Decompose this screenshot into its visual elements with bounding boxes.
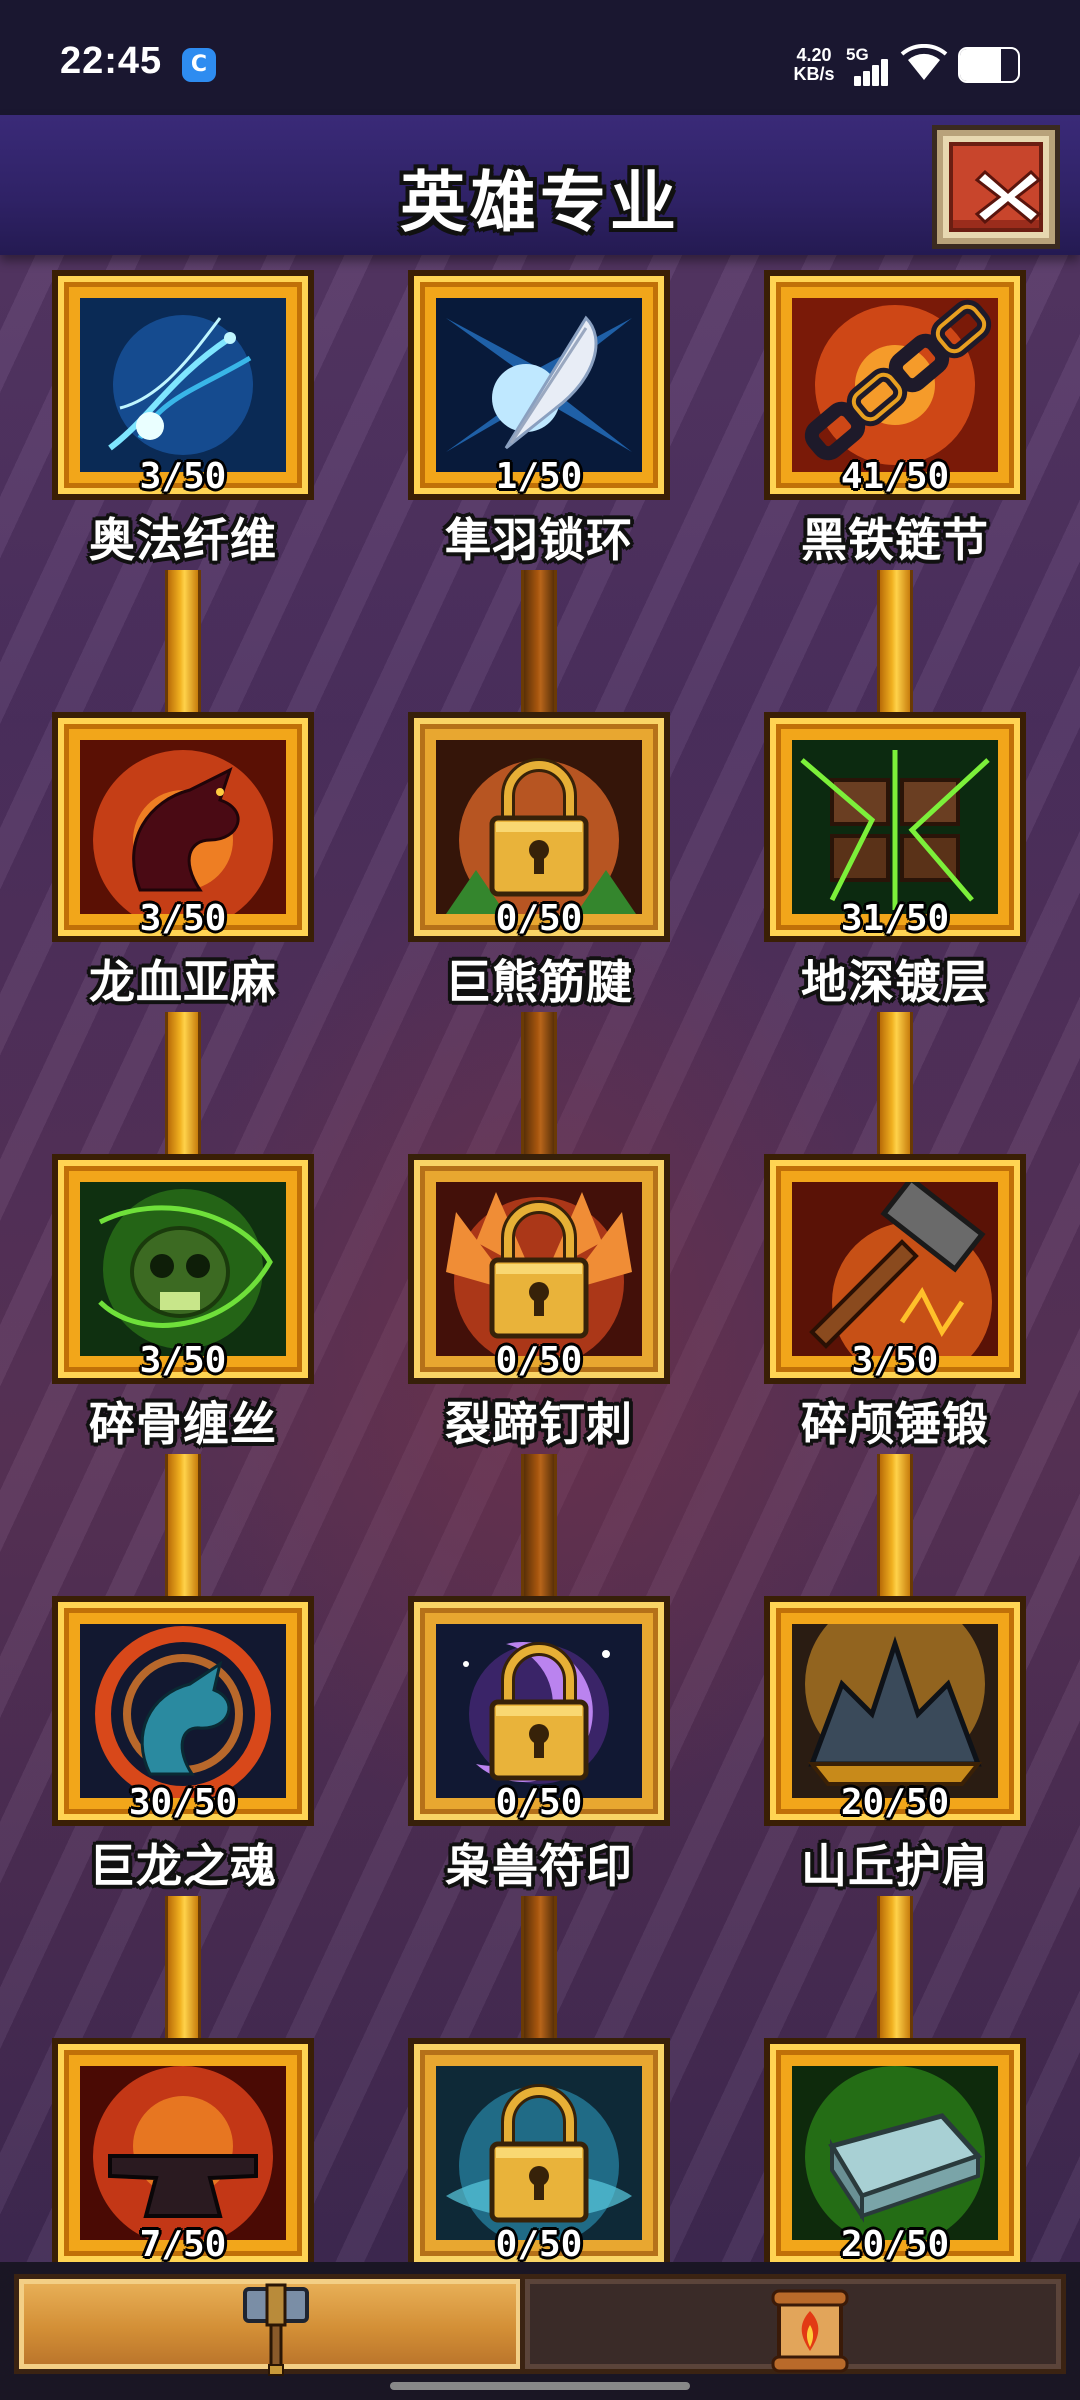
upgrade-count: 0/50 xyxy=(495,1782,583,1823)
specialization-card[interactable]: 3/50 奥法纤维 xyxy=(52,270,314,567)
specialization-name: 碎骨缠丝 xyxy=(89,1397,277,1451)
specialization-name: 枭兽符印 xyxy=(445,1839,633,1893)
tree-connector xyxy=(521,570,557,722)
notification-app-icon: C xyxy=(182,48,216,82)
status-bar: 22:45 C 4.20 KB/s 5G xyxy=(0,0,1080,115)
specialization-card[interactable]: 0/50 裂蹄钉刺 xyxy=(408,1154,670,1451)
dragon-flame-icon xyxy=(80,740,286,914)
upgrade-count: 3/50 xyxy=(139,1340,227,1381)
upgrade-count: 3/50 xyxy=(139,898,227,939)
upgrade-count: 20/50 xyxy=(840,2224,950,2265)
pauldron-icon xyxy=(792,1624,998,1798)
lock-icon xyxy=(436,1182,642,1356)
close-button[interactable] xyxy=(932,125,1060,249)
upgrade-count: 0/50 xyxy=(495,2224,583,2265)
cell-signal-icon xyxy=(848,56,890,86)
specialization-card[interactable]: 41/50 黑铁链节 xyxy=(764,270,1026,567)
upgrade-count: 1/50 xyxy=(495,456,583,497)
wifi-icon xyxy=(900,43,948,84)
anvil-icon xyxy=(80,2066,286,2240)
specialization-name: 龙血亚麻 xyxy=(89,955,277,1009)
specialization-card[interactable]: 3/50 龙血亚麻 xyxy=(52,712,314,1009)
specialization-name: 隼羽锁环 xyxy=(445,513,633,567)
feather-icon xyxy=(436,298,642,472)
upgrade-count: 30/50 xyxy=(128,1782,238,1823)
close-button-face xyxy=(949,142,1043,232)
skull-vine-icon xyxy=(80,1182,286,1356)
arcane-fiber-icon xyxy=(80,298,286,472)
specialization-card[interactable]: 3/50 碎颅锤锻 xyxy=(764,1154,1026,1451)
net-speed-unit: KB/s xyxy=(793,64,835,84)
tree-connector xyxy=(165,570,201,722)
dragon-soul-icon xyxy=(80,1624,286,1798)
upgrade-count: 31/50 xyxy=(840,898,950,939)
specialization-card[interactable]: 20/50 山丘护肩 xyxy=(764,1596,1026,1893)
tree-connector xyxy=(877,570,913,722)
close-x-icon xyxy=(974,169,1042,225)
ingot-icon xyxy=(792,2066,998,2240)
page-title: 英雄专业 xyxy=(400,164,680,241)
upgrade-count: 0/50 xyxy=(495,1340,583,1381)
tree-connector xyxy=(165,1012,201,1164)
specialization-card[interactable]: 7/50 xyxy=(52,2038,314,2300)
tab-forge[interactable] xyxy=(14,2274,526,2377)
net-speed-value: 4.20 xyxy=(796,45,832,65)
specialization-name: 巨熊筋腱 xyxy=(445,955,633,1009)
lock-icon xyxy=(436,740,642,914)
specialization-card[interactable]: 0/50 枭兽符印 xyxy=(408,1596,670,1893)
battery-icon xyxy=(958,47,1020,83)
specialization-card[interactable]: 31/50 地深镀层 xyxy=(764,712,1026,1009)
chain-icon xyxy=(792,298,998,472)
tree-connector xyxy=(877,1012,913,1164)
home-indicator xyxy=(390,2382,690,2390)
upgrade-count: 20/50 xyxy=(840,1782,950,1823)
specialization-name: 裂蹄钉刺 xyxy=(445,1397,633,1451)
specialization-grid: 3/50 奥法纤维 1/50 隼羽锁环 41/50 黑铁链节 3/50 龙血亚麻 0/5… xyxy=(0,262,1080,2268)
tree-connector xyxy=(521,1012,557,1164)
upgrade-count: 3/50 xyxy=(851,1340,939,1381)
upgrade-count: 41/50 xyxy=(840,456,950,497)
specialization-card[interactable]: 1/50 隼羽锁环 xyxy=(408,270,670,567)
upgrade-count: 7/50 xyxy=(139,2224,227,2265)
specialization-name: 奥法纤维 xyxy=(89,513,277,567)
specialization-card[interactable]: 0/50 巨熊筋腱 xyxy=(408,712,670,1009)
tree-connector xyxy=(165,1896,201,2048)
specialization-name: 地深镀层 xyxy=(801,955,989,1009)
tree-connector xyxy=(877,1454,913,1606)
lock-icon xyxy=(436,1624,642,1798)
specialization-card[interactable]: 3/50 碎骨缠丝 xyxy=(52,1154,314,1451)
upgrade-count: 0/50 xyxy=(495,898,583,939)
specialization-card[interactable]: 0/50 xyxy=(408,2038,670,2300)
bottom-tab-bar xyxy=(0,2262,1080,2400)
header-bar: 英雄专业 xyxy=(0,115,1080,255)
specialization-name: 碎颅锤锻 xyxy=(801,1397,989,1451)
tree-connector xyxy=(877,1896,913,2048)
specialization-card[interactable]: 30/50 巨龙之魂 xyxy=(52,1596,314,1893)
specialization-name: 巨龙之魂 xyxy=(89,1839,277,1893)
tree-connector xyxy=(165,1454,201,1606)
specialization-card[interactable]: 20/50 xyxy=(764,2038,1026,2300)
tree-connector xyxy=(521,1454,557,1606)
scroll-tab-icon xyxy=(765,2281,855,2377)
network-speed: 4.20 KB/s xyxy=(786,46,842,84)
earth-plates-icon xyxy=(792,740,998,914)
tab-scroll[interactable] xyxy=(520,2274,1066,2374)
status-time: 22:45 xyxy=(60,40,163,82)
specialization-name: 山丘护肩 xyxy=(801,1839,989,1893)
lock-icon xyxy=(436,2066,642,2240)
specialization-name: 黑铁链节 xyxy=(801,513,989,567)
upgrade-count: 3/50 xyxy=(139,456,227,497)
tree-connector xyxy=(521,1896,557,2048)
hammer-tab-icon xyxy=(231,2281,321,2377)
hammer-icon xyxy=(792,1182,998,1356)
